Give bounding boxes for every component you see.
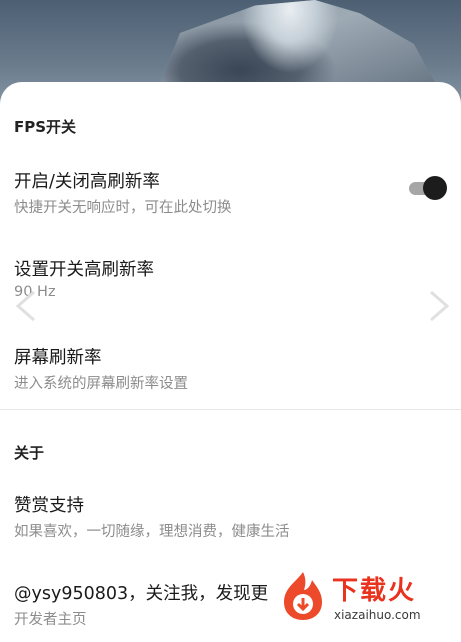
setting-title: 开启/关闭高刷新率	[14, 172, 160, 192]
section-divider	[0, 409, 461, 410]
chevron-right-icon[interactable]	[425, 288, 451, 324]
watermark-brand: 下载火	[332, 576, 417, 606]
setting-refresh-rate-value[interactable]: 设置开关高刷新率 90 Hz	[0, 256, 461, 306]
section-title-fps: FPS开关	[14, 118, 77, 136]
high-refresh-toggle[interactable]	[407, 176, 447, 200]
setting-donate[interactable]: 赞赏支持 如果喜欢，一切随缘，理想消费，健康生活	[0, 492, 461, 542]
setting-subtitle: 快捷开关无响应时，可在此处切换	[14, 200, 232, 216]
setting-title: 赞赏支持	[14, 496, 84, 516]
settings-sheet: FPS开关 开启/关闭高刷新率 快捷开关无响应时，可在此处切换 设置开关高刷新率…	[0, 82, 461, 642]
setting-toggle-high-refresh[interactable]: 开启/关闭高刷新率 快捷开关无响应时，可在此处切换	[0, 168, 461, 218]
setting-subtitle: 如果喜欢，一切随缘，理想消费，健康生活	[14, 524, 290, 540]
setting-subtitle: 进入系统的屏幕刷新率设置	[14, 376, 188, 392]
setting-screen-refresh-rate[interactable]: 屏幕刷新率 进入系统的屏幕刷新率设置	[0, 344, 461, 394]
chevron-left-icon[interactable]	[14, 288, 40, 324]
section-title-about: 关于	[14, 444, 45, 462]
setting-title: 设置开关高刷新率	[14, 260, 154, 280]
setting-title: 屏幕刷新率	[14, 348, 102, 368]
watermark: 下载火 xiazaihuo.com	[276, 566, 461, 626]
toggle-knob	[423, 176, 447, 200]
flame-logo-icon	[284, 572, 322, 620]
watermark-url: xiazaihuo.com	[334, 608, 421, 622]
setting-title: @ysy950803，关注我，发现更	[14, 584, 269, 604]
